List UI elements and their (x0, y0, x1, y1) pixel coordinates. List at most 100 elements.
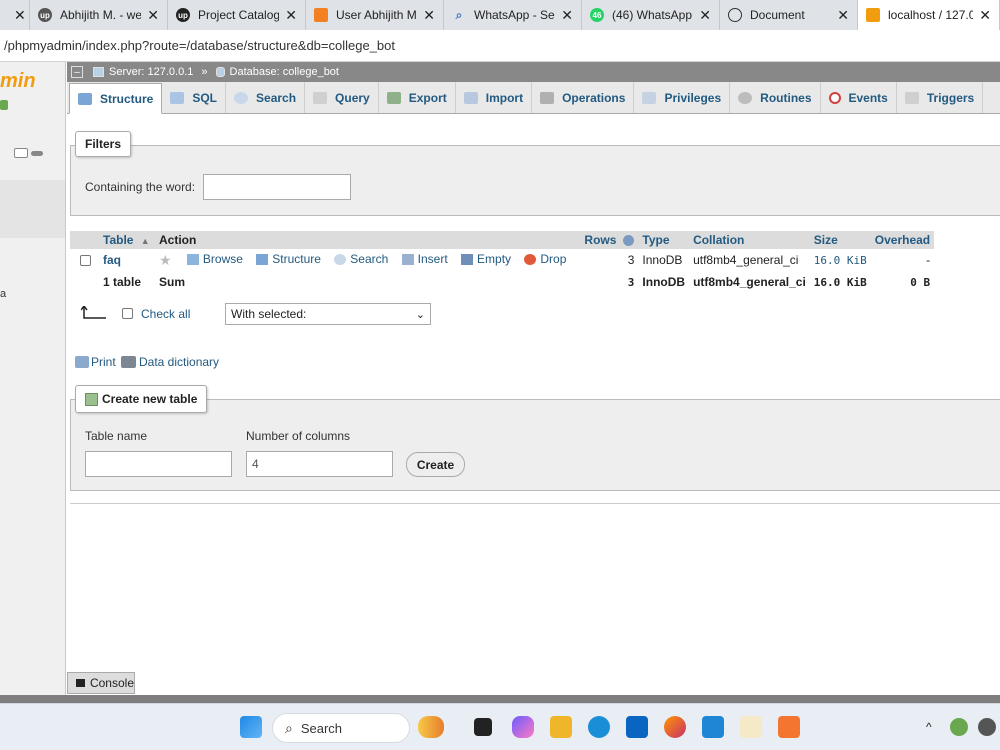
tab-close-icon[interactable]: ✕ (285, 7, 297, 24)
header-collation[interactable]: Collation (689, 231, 810, 249)
row-checkbox[interactable] (80, 255, 91, 267)
tab-label: (46) WhatsApp (612, 8, 693, 22)
taskbar-search[interactable]: ⌕ Search (272, 713, 410, 743)
table-name-input[interactable] (85, 451, 232, 477)
tab-query[interactable]: Query (305, 82, 379, 113)
window-bottom-edge (0, 695, 1000, 703)
create-table-legend-label: Create new table (102, 392, 198, 406)
actions-cell: ★ Browse Structure Search Insert Empty D… (155, 249, 580, 271)
tab-close-icon[interactable]: ✕ (837, 7, 849, 24)
tray-network-icon[interactable] (978, 718, 996, 736)
firefox-icon[interactable] (664, 716, 686, 738)
browser-tab-whatsapp-search[interactable]: ⌕ WhatsApp - Search ✕ (444, 0, 582, 30)
insert-action[interactable]: Insert (401, 252, 448, 266)
filter-label: Containing the word: (85, 180, 196, 194)
browser-tab-stackoverflow[interactable]: User Abhijith M.S ✕ (306, 0, 444, 30)
tab-privileges[interactable]: Privileges (634, 82, 731, 113)
browser-tab-localhost[interactable]: localhost / 127.0.0 ✕ (858, 0, 1000, 30)
columns-input[interactable] (246, 451, 393, 477)
tab-close-icon[interactable]: ✕ (699, 7, 711, 24)
breadcrumb-server-label: Server: 127.0.0.1 (109, 66, 194, 78)
breadcrumb-separator: » (201, 66, 208, 78)
link-icon[interactable] (31, 151, 43, 156)
address-bar[interactable]: /phpmyadmin/index.php?route=/database/st… (0, 30, 1000, 62)
table-name-link[interactable]: faq (103, 253, 121, 267)
wamp-icon[interactable] (740, 716, 762, 738)
tab-operations[interactable]: Operations (532, 82, 635, 113)
favorite-star-icon[interactable]: ★ (159, 252, 172, 268)
database-icon (215, 67, 225, 77)
check-all-checkbox[interactable] (122, 308, 133, 319)
tab-structure[interactable]: Structure (69, 83, 163, 114)
tab-label: Project Catalog | U (198, 8, 280, 22)
copilot-icon[interactable] (512, 716, 534, 738)
tab-close-icon[interactable]: ✕ (147, 7, 159, 24)
tray-chevron-up-icon[interactable]: ^ (926, 720, 932, 734)
tab-import[interactable]: Import (456, 82, 533, 113)
browser-tab-upwork-profile[interactable]: up Abhijith M. - web d ✕ (30, 0, 168, 30)
windows-start-icon[interactable] (240, 716, 262, 738)
breadcrumb-database[interactable]: Database: college_bot (215, 66, 339, 78)
vscode-icon[interactable] (702, 716, 724, 738)
table-header-row: Table ▲ Action Rows Type Collation Size … (70, 231, 935, 249)
collation-cell: utf8mb4_general_ci (689, 249, 810, 271)
chevron-down-icon: ⌄ (415, 308, 425, 321)
breadcrumb-server[interactable]: Server: 127.0.0.1 (93, 66, 193, 78)
table-name-label: Table name (85, 429, 148, 443)
filter-input[interactable] (203, 174, 351, 200)
check-all-label[interactable]: Check all (141, 307, 190, 321)
outlook-icon[interactable] (626, 716, 648, 738)
tab-export[interactable]: Export (379, 82, 456, 113)
file-explorer-icon[interactable] (550, 716, 572, 738)
reload-icon[interactable] (0, 100, 8, 110)
tab-events[interactable]: Events (821, 82, 897, 113)
browser-tab-whatsapp[interactable]: 46 (46) WhatsApp ✕ (582, 0, 720, 30)
header-type[interactable]: Type (638, 231, 690, 249)
rows-cell: 3 (627, 253, 635, 267)
size-value: 16.0 KiB (813, 253, 867, 267)
xampp-icon[interactable] (778, 716, 800, 738)
collapse-icon[interactable]: – (71, 66, 83, 78)
tab-close-icon[interactable]: ✕ (14, 7, 26, 24)
help-icon[interactable] (622, 235, 634, 247)
header-size[interactable]: Size (809, 231, 871, 249)
header-checkbox-col (70, 231, 99, 249)
console-toggle[interactable]: Console (67, 672, 135, 694)
browse-action[interactable]: Browse (186, 252, 243, 266)
browser-tab-document[interactable]: Document ✕ (720, 0, 858, 30)
task-view-icon[interactable] (474, 718, 492, 736)
tab-search[interactable]: Search (226, 82, 306, 113)
search-icon: ⌕ (285, 719, 293, 736)
tab-triggers[interactable]: Triggers (897, 82, 984, 113)
structure-action[interactable]: Structure (256, 252, 321, 266)
tab-close-icon[interactable]: ✕ (561, 7, 573, 24)
nav-db-item[interactable]: a (0, 288, 6, 300)
edge-icon[interactable] (588, 716, 610, 738)
tab-close-icon[interactable]: ✕ (979, 7, 991, 24)
tray-app-icon[interactable] (950, 718, 968, 736)
import-icon (463, 91, 478, 104)
header-rows[interactable]: Rows (580, 231, 639, 249)
collapse-all-icon[interactable] (14, 148, 28, 158)
header-table[interactable]: Table ▲ (99, 231, 155, 249)
summary-overhead: 0 B (910, 275, 931, 289)
columns-label: Number of columns (246, 429, 351, 443)
data-dictionary-link[interactable]: Data dictionary (139, 355, 219, 369)
widget-icon[interactable] (418, 716, 444, 738)
size-cell[interactable]: 16.0 KiB (810, 249, 871, 271)
tab-routines[interactable]: Routines (730, 82, 821, 113)
browser-tab-partial[interactable]: ✕ (0, 0, 30, 30)
action-label: Browse (202, 252, 243, 266)
summary-count: 1 table (103, 275, 142, 289)
tab-sql[interactable]: SQL (162, 82, 227, 113)
search-action[interactable]: Search (334, 252, 388, 266)
empty-action[interactable]: Empty (461, 252, 511, 266)
drop-action[interactable]: Drop (524, 252, 566, 266)
with-selected-dropdown[interactable]: With selected: ⌄ (225, 303, 431, 325)
print-link[interactable]: Print (91, 355, 116, 369)
create-button[interactable]: Create (406, 452, 465, 477)
browser-tab-project-catalog[interactable]: up Project Catalog | U ✕ (168, 0, 306, 30)
upwork-icon: up (176, 8, 190, 22)
tab-close-icon[interactable]: ✕ (423, 7, 435, 24)
header-overhead[interactable]: Overhead (870, 231, 935, 249)
